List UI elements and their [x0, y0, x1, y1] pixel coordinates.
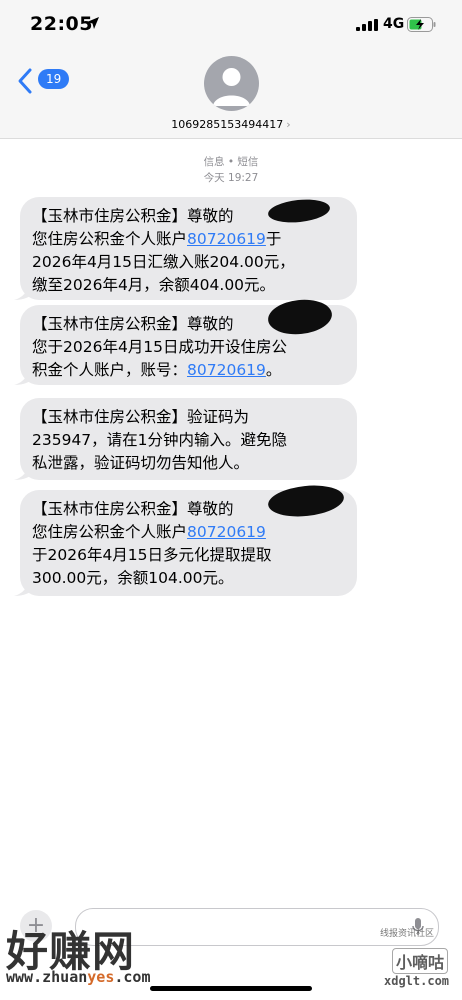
bubble-tail — [14, 578, 30, 596]
message-text: 。 — [265, 361, 282, 379]
watermark-url-text: yes — [87, 968, 115, 986]
message-line: 您住房公积金个人账户80720619 — [32, 521, 345, 544]
message-text: 缴至2026年4月，余额404.00元。 — [32, 276, 276, 294]
location-arrow-icon — [87, 17, 99, 29]
message-bubble: 【玉林市住房公积金】验证码为 235947，请在1分钟内输入。避免隐 私泄露，验… — [14, 398, 357, 480]
message-line: 2026年4月15日汇缴入账204.00元， — [32, 251, 345, 274]
message-text: 于 — [265, 230, 282, 248]
watermark-url-text: .com — [114, 968, 151, 986]
message-line: 300.00元，余额104.00元。 — [32, 567, 345, 590]
message-line: 您于2026年4月15日成功开设住房公 — [32, 336, 345, 359]
chevron-right-icon: › — [286, 118, 291, 131]
battery-charging-icon — [407, 17, 436, 32]
message-text: 【玉林市住房公积金】验证码为 — [32, 408, 250, 426]
unread-badge[interactable]: 19 — [38, 69, 70, 89]
sender-number[interactable]: 1069285153494417 › — [0, 118, 462, 131]
watermark-url-text: www.zhuan — [6, 968, 88, 986]
message-line: 【玉林市住房公积金】验证码为 — [32, 406, 345, 429]
account-link[interactable]: 80720619 — [187, 361, 266, 379]
message-line: 积金个人账户，账号：80720619。 — [32, 359, 345, 382]
person-icon[interactable] — [204, 56, 259, 111]
bubble-tail — [14, 462, 30, 480]
service-label: 信息 • 短信 — [203, 156, 259, 168]
account-link[interactable]: 80720619 — [187, 230, 266, 248]
message-line: 235947，请在1分钟内输入。避免隐 — [32, 429, 345, 452]
message-line: 缴至2026年4月，余额404.00元。 — [32, 274, 345, 297]
status-bar: 22:05 4G — [0, 13, 462, 39]
message-text: 【玉林市住房公积金】尊敬的 — [32, 500, 234, 518]
message-text: 私泄露，验证码切勿告知他人。 — [32, 454, 250, 472]
watermark-tagline: 线报资讯社区 — [380, 929, 435, 939]
sender-number-text: 1069285153494417 — [171, 118, 284, 131]
message-line: 私泄露，验证码切勿告知他人。 — [32, 452, 345, 475]
message-text: 您住房公积金个人账户 — [32, 230, 188, 248]
message-text: 积金个人账户，账号： — [32, 361, 188, 379]
home-indicator[interactable] — [150, 986, 312, 991]
message-text: 235947，请在1分钟内输入。避免隐 — [32, 431, 288, 449]
message-text: 300.00元，余额104.00元。 — [32, 569, 234, 587]
message-timestamp: 今天 19:27 — [203, 172, 259, 184]
message-text: 2026年4月15日汇缴入账204.00元， — [32, 253, 295, 271]
message-text: 【玉林市住房公积金】尊敬的 — [32, 207, 234, 225]
status-time: 22:05 — [30, 13, 93, 35]
account-link[interactable]: 80720619 — [187, 523, 266, 541]
watermark-url: www.zhuanyes.com — [6, 968, 151, 986]
message-text: 您于2026年4月15日成功开设住房公 — [32, 338, 288, 356]
message-text: 【玉林市住房公积金】尊敬的 — [32, 315, 234, 333]
bubble-tail — [14, 367, 30, 385]
message-line: 于2026年4月15日多元化提取提取 — [32, 544, 345, 567]
navigation-header: 22:05 4G 19 1069285153494417 › — [0, 0, 462, 139]
chevron-left-icon[interactable] — [16, 66, 38, 96]
network-type: 4G — [383, 16, 405, 32]
bubble-tail — [14, 282, 30, 300]
message-text: 于2026年4月15日多元化提取提取 — [32, 546, 272, 564]
message-line: 您住房公积金个人账户80720619于 — [32, 228, 345, 251]
message-text: 您住房公积金个人账户 — [32, 523, 188, 541]
signal-icon — [356, 19, 378, 31]
watermark-logo-right: 小嘀咕 — [392, 948, 449, 974]
watermark-url-right: xdglt.com — [384, 974, 450, 988]
